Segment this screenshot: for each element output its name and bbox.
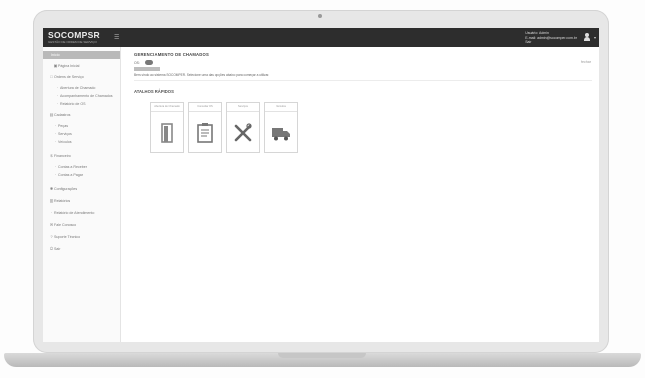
- sidebar-item-relatorio-os[interactable]: · Relatório de OS: [43, 100, 132, 108]
- user-icon[interactable]: [584, 33, 590, 41]
- sidebar-item-label: Financeiro: [54, 154, 71, 158]
- status-badge: [145, 60, 153, 65]
- sidebar-item-ordens[interactable]: □Ordens de Serviço: [43, 73, 126, 81]
- laptop-notch: [278, 353, 366, 358]
- sidebar-item-label: Acompanhamento de Chamados: [60, 94, 113, 98]
- sidebar-item-cadastros[interactable]: ▤Cadastros: [43, 111, 126, 119]
- logout-link[interactable]: Sair: [525, 40, 577, 45]
- camera-dot: [318, 14, 322, 18]
- sidebar-item-inicio[interactable]: Início: [43, 51, 120, 59]
- shortcut-label: Veículos: [265, 103, 297, 112]
- sidebar-item-label: Início: [51, 53, 60, 57]
- shortcut-card-veiculos[interactable]: Veículos: [264, 102, 298, 153]
- sidebar-item-label: Relatórios: [54, 199, 71, 203]
- sidebar-item-label: Abertura de Chamado: [60, 86, 96, 90]
- page-title: GERENCIAMENTO DE CHAMADOS: [134, 52, 209, 57]
- sidebar-item-label: Contas a Pagar: [58, 173, 83, 177]
- sidebar-item-label: Página Inicial: [58, 64, 80, 68]
- shortcut-label: Consultar OS: [189, 103, 221, 112]
- shortcut-card-consultar[interactable]: Consultar OS: [188, 102, 222, 153]
- main-content: GERENCIAMENTO DE CHAMADOS OS: fechar Bem…: [121, 47, 599, 342]
- sidebar-item-label: Cadastros: [54, 113, 71, 117]
- sidebar-item-servicos[interactable]: · Serviços: [43, 130, 130, 138]
- user-info: Usuário: Admin E-mail: admin@socomper.co…: [525, 31, 577, 45]
- progress-bar: [134, 67, 160, 71]
- sidebar-item-veiculos[interactable]: · Veículos: [43, 138, 130, 146]
- sidebar-item-acompanhamento[interactable]: · Acompanhamento de Chamados: [43, 92, 132, 100]
- sidebar-item-abertura[interactable]: · Abertura de Chamado: [43, 84, 132, 92]
- sidebar-item-financeiro[interactable]: $Financeiro: [43, 152, 126, 160]
- sidebar-item-suporte[interactable]: ?Suporte Técnico: [43, 233, 126, 241]
- sidebar-item-label: Fale Conosco: [54, 223, 77, 227]
- laptop-screen: SOCOMPSR GESTÃO DE ORDEM DE SERVIÇO ☰ Us…: [43, 28, 599, 342]
- top-navbar: SOCOMPSR GESTÃO DE ORDEM DE SERVIÇO ☰ Us…: [43, 28, 599, 47]
- truck-icon: [272, 128, 290, 141]
- sidebar-item-label: Ordens de Serviço: [54, 75, 84, 79]
- shortcuts-title: ATALHOS RÁPIDOS: [134, 89, 174, 94]
- sidebar-item-contas-receber[interactable]: · Contas a Receber: [43, 163, 130, 171]
- info-text: Bem-vindo ao sistema SOCOMPER. Selecione…: [134, 73, 270, 77]
- sidebar-item-label: Relatório de Atendimento: [54, 211, 95, 215]
- shortcut-label: Serviços: [227, 103, 259, 112]
- close-link[interactable]: fechar: [581, 60, 591, 64]
- sidebar-item-label: Sair: [54, 247, 61, 251]
- sidebar-item-label: Veículos: [58, 140, 72, 144]
- app-logo[interactable]: SOCOMPSR: [48, 30, 100, 40]
- sidebar-item-configuracoes[interactable]: ✱Configurações: [43, 185, 126, 193]
- tools-icon: [234, 123, 252, 142]
- laptop-bezel: SOCOMPSR GESTÃO DE ORDEM DE SERVIÇO ☰ Us…: [33, 10, 609, 353]
- shortcut-label: Abertura de Chamado: [151, 103, 183, 112]
- divider: [134, 80, 592, 81]
- door-icon: [161, 123, 173, 143]
- hamburger-icon[interactable]: ☰: [114, 34, 119, 41]
- sidebar-item-fale-conosco[interactable]: ✉Fale Conosco: [43, 221, 126, 229]
- checklist-icon: [197, 123, 213, 143]
- sidebar-item-relatorios[interactable]: ▥Relatórios: [43, 197, 126, 205]
- sidebar-item-label: Relatório de OS: [60, 102, 86, 106]
- app-logo-subtitle: GESTÃO DE ORDEM DE SERVIÇO: [48, 40, 97, 44]
- sidebar-item-label: Peças: [58, 124, 68, 128]
- sidebar-item-contas-pagar[interactable]: · Contas a Pagar: [43, 171, 130, 179]
- sidebar-item-pecas[interactable]: · Peças: [43, 122, 130, 130]
- sidebar-item-label: Contas a Receber: [58, 165, 87, 169]
- status-prefix: OS:: [134, 61, 140, 65]
- sidebar-item-sair[interactable]: ⏻Sair: [43, 245, 126, 253]
- sidebar-item-label: Serviços: [58, 132, 72, 136]
- shortcut-card-servicos[interactable]: Serviços: [226, 102, 260, 153]
- sidebar-item-relatorio-atendimento[interactable]: · Relatório de Atendimento: [43, 209, 126, 217]
- sidebar-item-label: Configurações: [54, 187, 78, 191]
- user-email: E-mail: admin@socomper.com.br: [525, 35, 577, 40]
- sidebar-item-label: Suporte Técnico: [54, 235, 81, 239]
- caret-down-icon[interactable]: ▾: [594, 35, 596, 40]
- sidebar-item-pagina-inicial[interactable]: ▣Página Inicial: [43, 62, 130, 70]
- sidebar: Início ▣Página Inicial □Ordens de Serviç…: [43, 47, 121, 342]
- shortcut-card-abertura[interactable]: Abertura de Chamado: [150, 102, 184, 153]
